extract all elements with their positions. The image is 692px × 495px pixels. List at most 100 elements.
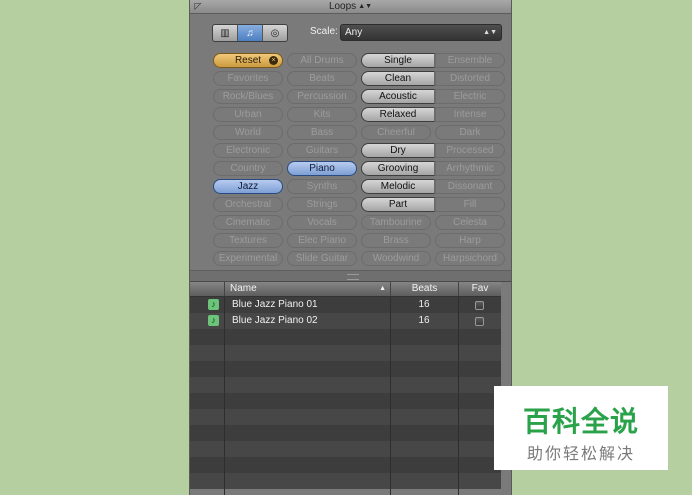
column-view-icon[interactable]: ▥ [213,25,238,41]
keyword-button-dissonant[interactable]: Dissonant [435,179,505,194]
keyword-label: Elec Piano [298,235,346,246]
keyword-button-slide-guitar[interactable]: Slide Guitar [287,251,357,266]
keyword-label: Orchestral [224,199,272,210]
keyword-button-country[interactable]: Country [213,161,283,176]
column-header-beats[interactable]: Beats [390,282,458,296]
keyword-button-processed[interactable]: Processed [435,143,505,158]
keyword-label: Harp [459,235,481,246]
scale-select[interactable]: Any ▲▼ [340,24,502,41]
fav-cell [458,297,501,313]
keyword-button-elec-piano[interactable]: Elec Piano [287,233,357,248]
keyword-button-beats[interactable]: Beats [287,71,357,86]
keyword-label: Textures [229,235,267,246]
splitter-grip-icon[interactable] [347,274,359,280]
panel-splitter[interactable] [190,270,511,282]
keyword-button-bass[interactable]: Bass [287,125,357,140]
keyword-label: Urban [234,109,262,120]
table-row[interactable]: ♪ Blue Jazz Piano 01 16 [190,297,501,313]
resize-corner-icon[interactable]: ◸ [193,1,203,11]
keyword-button-relaxed[interactable]: Relaxed [361,107,435,122]
favorite-checkbox[interactable] [475,317,484,326]
empty-table-row [190,345,501,361]
keyword-button-single[interactable]: Single [361,53,435,68]
keyword-label: Melodic [380,181,416,192]
empty-table-row [190,441,501,457]
column-header-fav[interactable]: Fav [458,282,501,296]
keyword-button-all-drums[interactable]: All Drums [287,53,357,68]
keyword-label: Experimental [218,253,278,264]
keyword-label: Synths [306,181,338,192]
keyword-button-vocals[interactable]: Vocals [287,215,357,230]
keyword-button-harpsichord[interactable]: Harpsichord [435,251,505,266]
empty-table-row [190,425,501,441]
keyword-label: Vocals [307,217,337,228]
keyword-label: Favorites [227,73,269,84]
empty-table-row [190,361,501,377]
keyword-button-textures[interactable]: Textures [213,233,283,248]
keyword-label: Processed [446,145,494,156]
column-divider [224,297,225,495]
keyword-button-arrhythmic[interactable]: Arrhythmic [435,161,505,176]
keyword-button-cheerful[interactable]: Cheerful [361,125,431,140]
keyword-label: Percussion [297,91,347,102]
keyword-button-acoustic[interactable]: Acoustic [361,89,435,104]
podcast-icon[interactable]: ◎ [263,25,287,41]
watermark-title: 百科全说 [522,406,639,437]
music-note-icon: ♪ [208,315,219,326]
keyword-button-synths[interactable]: Synths [287,179,357,194]
keyword-button-urban[interactable]: Urban [213,107,283,122]
title-menu[interactable]: Loops ▲▼ [329,0,372,13]
keyword-button-intense[interactable]: Intense [435,107,505,122]
favorite-checkbox[interactable] [475,301,484,310]
keyword-button-favorites[interactable]: Favorites [213,71,283,86]
keyword-button-woodwind[interactable]: Woodwind [361,251,431,266]
keyword-label: Arrhythmic [446,163,494,174]
keyword-button-kits[interactable]: Kits [287,107,357,122]
scale-value: Any [345,27,363,38]
keyword-label: Country [230,163,266,174]
keyword-label: Reset [234,55,262,66]
sort-ascending-icon: ▲ [379,285,386,292]
keyword-button-clean[interactable]: Clean [361,71,435,86]
keyword-button-electronic[interactable]: Electronic [213,143,283,158]
keyword-button-brass[interactable]: Brass [361,233,431,248]
keyword-label: Jazz [237,181,259,192]
keyword-button-guitars[interactable]: Guitars [287,143,357,158]
keyword-button-part[interactable]: Part [361,197,435,212]
keyword-label: Beats [309,73,335,84]
keyword-button-strings[interactable]: Strings [287,197,357,212]
keyword-button-distorted[interactable]: Distorted [435,71,505,86]
keyword-button-electric[interactable]: Electric [435,89,505,104]
keyword-button-tambourine[interactable]: Tambourine [361,215,431,230]
keyword-button-reset[interactable]: Reset × [213,53,283,68]
music-note-icon[interactable]: ♫ [238,25,263,41]
keyword-label: Single [384,55,412,66]
keyword-button-experimental[interactable]: Experimental [213,251,283,266]
column-header-name[interactable]: Name ▲ [224,282,390,296]
keyword-button-orchestral[interactable]: Orchestral [213,197,283,212]
keyword-button-rock-blues[interactable]: Rock/Blues [213,89,283,104]
fav-cell [458,313,501,329]
keyword-label: Cinematic [225,217,271,228]
keyword-button-piano[interactable]: Piano [287,161,357,176]
keyword-button-ensemble[interactable]: Ensemble [435,53,505,68]
keyword-button-grooving[interactable]: Grooving [361,161,435,176]
keyword-label: Electronic [226,145,270,156]
keyword-label: Dark [459,127,481,138]
keyword-label: Slide Guitar [295,253,349,264]
keyword-button-celesta[interactable]: Celesta [435,215,505,230]
title-bar: ◸ Loops ▲▼ [190,0,511,14]
empty-table-row [190,393,501,409]
keyword-button-dry[interactable]: Dry [361,143,435,158]
keyword-button-melodic[interactable]: Melodic [361,179,435,194]
table-row[interactable]: ♪ Blue Jazz Piano 02 16 [190,313,501,329]
keyword-button-dark[interactable]: Dark [435,125,505,140]
keyword-button-harp[interactable]: Harp [435,233,505,248]
keyword-button-jazz[interactable]: Jazz [213,179,283,194]
keyword-button-percussion[interactable]: Percussion [287,89,357,104]
keyword-label: Intense [453,109,487,120]
keyword-button-world[interactable]: World [213,125,283,140]
keyword-button-fill[interactable]: Fill [435,197,505,212]
keyword-button-cinematic[interactable]: Cinematic [213,215,283,230]
keyword-label: Dissonant [447,181,493,192]
